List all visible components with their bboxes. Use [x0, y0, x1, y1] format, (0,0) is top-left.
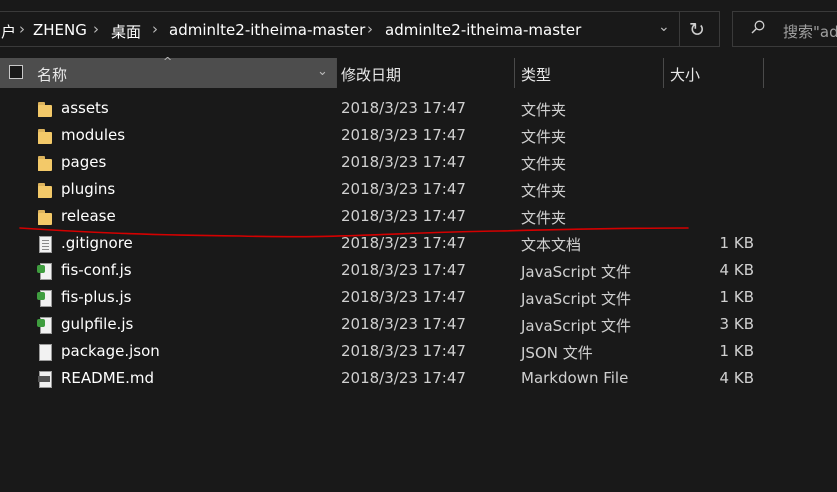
file-size: 4 KB [719, 261, 754, 279]
column-header-date-label: 修改日期 [341, 66, 402, 84]
sort-ascending-icon: ^ [163, 55, 173, 68]
file-name: pages [61, 153, 107, 171]
breadcrumb-current-folder[interactable]: adminlte2-itheima-master [385, 21, 581, 39]
column-divider[interactable] [763, 58, 764, 88]
file-date: 2018/3/23 17:47 [341, 234, 466, 252]
breadcrumb-separator-icon: › [367, 20, 373, 38]
breadcrumb-user[interactable]: 户 [1, 21, 16, 42]
folder-icon [36, 127, 54, 146]
file-date: 2018/3/23 17:47 [341, 342, 466, 360]
file-type: 文件夹 [521, 182, 567, 200]
select-all-checkbox[interactable] [9, 65, 23, 79]
file-type: JavaScript 文件 [521, 317, 631, 335]
file-date: 2018/3/23 17:47 [341, 315, 466, 333]
file-name: fis-conf.js [61, 261, 132, 279]
breadcrumb-desktop[interactable]: 桌面 [111, 21, 141, 42]
file-row-package-json[interactable]: package.json 2018/3/23 17:47 JSON 文件 1 K… [0, 339, 837, 366]
js-file-icon [36, 289, 54, 308]
file-type: JavaScript 文件 [521, 263, 631, 281]
file-name: package.json [61, 342, 160, 360]
file-size: 1 KB [719, 234, 754, 252]
search-icon [751, 20, 765, 34]
file-name: plugins [61, 180, 116, 198]
file-name: README.md [61, 369, 155, 387]
file-type: 文件夹 [521, 155, 567, 173]
file-row-release[interactable]: release 2018/3/23 17:47 文件夹 [0, 204, 837, 231]
breadcrumb-zheng[interactable]: ZHENG [33, 21, 87, 39]
refresh-icon[interactable]: ↻ [689, 19, 705, 41]
breadcrumb-separator-icon: › [19, 20, 25, 38]
file-row-readme[interactable]: README.md 2018/3/23 17:47 Markdown File … [0, 366, 837, 393]
js-file-icon [36, 316, 54, 335]
address-toolbar: 户 › ZHENG › 桌面 › adminlte2-itheima-maste… [0, 0, 837, 58]
file-name: fis-plus.js [61, 288, 132, 306]
file-type: 文件夹 [521, 209, 567, 227]
json-file-icon [36, 343, 54, 362]
file-row-gitignore[interactable]: .gitignore 2018/3/23 17:47 文本文档 1 KB [0, 231, 837, 258]
file-row-fis-conf[interactable]: fis-conf.js 2018/3/23 17:47 JavaScript 文… [0, 258, 837, 285]
file-name: assets [61, 99, 109, 117]
column-filter-chevron-icon[interactable]: ⌄ [317, 64, 328, 79]
text-file-icon [36, 235, 54, 254]
file-type: 文本文档 [521, 236, 582, 254]
search-box[interactable]: 搜索"ad [732, 11, 837, 47]
file-date: 2018/3/23 17:47 [341, 369, 466, 387]
file-type: JavaScript 文件 [521, 290, 631, 308]
file-row-modules[interactable]: modules 2018/3/23 17:47 文件夹 [0, 123, 837, 150]
file-type: 文件夹 [521, 128, 567, 146]
column-header-name-label: 名称 [37, 66, 68, 84]
file-name: release [61, 207, 116, 225]
file-name: gulpfile.js [61, 315, 134, 333]
js-file-icon [36, 262, 54, 281]
address-bar[interactable]: 户 › ZHENG › 桌面 › adminlte2-itheima-maste… [0, 11, 720, 47]
column-header-type[interactable]: 类型 [515, 58, 663, 88]
file-date: 2018/3/23 17:47 [341, 126, 466, 144]
column-header-size[interactable]: 大小 [664, 58, 763, 88]
folder-icon [36, 181, 54, 200]
address-divider [679, 12, 680, 46]
file-size: 1 KB [719, 288, 754, 306]
file-size: 4 KB [719, 369, 754, 387]
breadcrumb-project[interactable]: adminlte2-itheima-master [169, 21, 365, 39]
file-date: 2018/3/23 17:47 [341, 288, 466, 306]
search-placeholder: 搜索"ad [783, 23, 837, 41]
markdown-file-icon [36, 370, 54, 389]
column-header-size-label: 大小 [670, 66, 701, 84]
file-type: Markdown File [521, 369, 629, 387]
file-date: 2018/3/23 17:47 [341, 180, 466, 198]
folder-icon [36, 208, 54, 227]
folder-icon [36, 154, 54, 173]
file-type: JSON 文件 [521, 344, 593, 362]
file-row-fis-plus[interactable]: fis-plus.js 2018/3/23 17:47 JavaScript 文… [0, 285, 837, 312]
file-size: 1 KB [719, 342, 754, 360]
column-header-type-label: 类型 [521, 66, 552, 84]
column-header-date[interactable]: 修改日期 [337, 58, 514, 88]
column-header-row: ^ 名称 ⌄ 修改日期 类型 大小 [0, 55, 837, 88]
breadcrumb-separator-icon: › [152, 20, 158, 38]
file-date: 2018/3/23 17:47 [341, 207, 466, 225]
file-row-gulpfile[interactable]: gulpfile.js 2018/3/23 17:47 JavaScript 文… [0, 312, 837, 339]
folder-icon [36, 100, 54, 119]
file-size: 3 KB [719, 315, 754, 333]
file-row-plugins[interactable]: plugins 2018/3/23 17:47 文件夹 [0, 177, 837, 204]
breadcrumb-separator-icon: › [93, 20, 99, 38]
column-header-name[interactable]: ^ 名称 ⌄ [0, 55, 336, 88]
file-type: 文件夹 [521, 101, 567, 119]
file-date: 2018/3/23 17:47 [341, 261, 466, 279]
file-row-assets[interactable]: assets 2018/3/23 17:47 文件夹 [0, 96, 837, 123]
file-name: .gitignore [61, 234, 133, 252]
file-row-pages[interactable]: pages 2018/3/23 17:47 文件夹 [0, 150, 837, 177]
file-date: 2018/3/23 17:47 [341, 99, 466, 117]
file-name: modules [61, 126, 126, 144]
address-history-dropdown-icon[interactable]: ⌄ [658, 19, 670, 35]
file-date: 2018/3/23 17:47 [341, 153, 466, 171]
